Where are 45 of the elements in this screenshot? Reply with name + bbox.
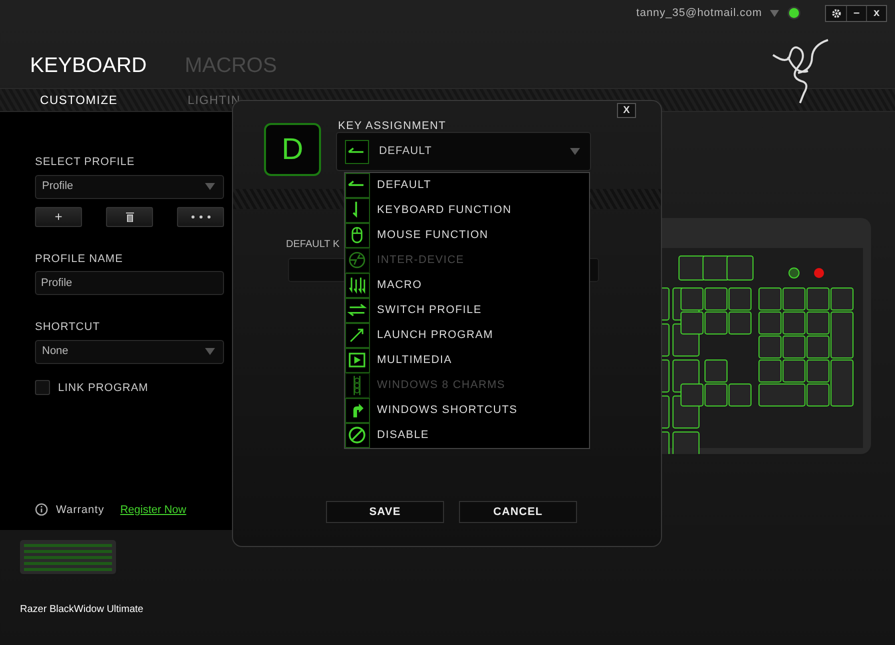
warranty-label: Warranty	[56, 502, 104, 518]
dialog-close-button[interactable]: X	[617, 103, 636, 118]
caret-icon	[205, 183, 215, 190]
assignment-dropdown[interactable]: DEFAULT	[336, 132, 591, 171]
device-name: Razer BlackWidow Ultimate	[20, 603, 144, 617]
caret-icon	[570, 148, 580, 155]
info-icon	[35, 503, 48, 516]
key-tile: D	[264, 123, 321, 176]
profile-name-field[interactable]: Profile	[35, 271, 224, 295]
trash-icon	[126, 212, 134, 222]
field-label: DEFAULT K	[286, 238, 340, 252]
more-button[interactable]	[177, 206, 224, 226]
register-link[interactable]: Register Now	[120, 502, 186, 518]
menu-item[interactable]: MACRO	[345, 273, 589, 298]
field-label: SELECT PROFILE	[35, 155, 136, 170]
section-tab[interactable]: CUSTOMIZE	[40, 91, 118, 109]
account-email[interactable]: tanny_35@hotmail.com	[636, 4, 762, 22]
close-button[interactable]: x	[866, 6, 886, 20]
link-program-checkbox[interactable]	[35, 380, 50, 396]
main-tab[interactable]: KEYBOARD	[30, 50, 147, 82]
settings-button[interactable]	[826, 6, 846, 20]
checkbox-label: LINK PROGRAM	[58, 380, 148, 396]
menu-item[interactable]: DEFAULT	[345, 173, 589, 198]
add-button[interactable]: +	[35, 206, 82, 226]
menu-item[interactable]: LAUNCH PROGRAM	[345, 323, 589, 348]
profile-dropdown[interactable]: Profile	[35, 174, 224, 198]
menu-item[interactable]: SWITCH PROFILE	[345, 298, 589, 323]
shortcut-dropdown[interactable]: None	[35, 340, 224, 364]
menu-item[interactable]: MULTIMEDIA	[345, 348, 589, 373]
menu-item[interactable]: DISABLE	[345, 423, 589, 448]
menu-item[interactable]: MOUSE FUNCTION	[345, 223, 589, 248]
dialog-title: KEY ASSIGNMENT	[338, 119, 446, 134]
minimize-button[interactable]: –	[846, 6, 866, 20]
cancel-button[interactable]: CANCEL	[459, 501, 577, 523]
chain-icon	[345, 373, 370, 398]
dropdown-arrow-icon[interactable]	[770, 10, 779, 16]
save-button[interactable]: SAVE	[326, 501, 444, 523]
settings-icon	[830, 8, 842, 18]
caret-icon	[205, 348, 215, 355]
menu-item[interactable]: WINDOWS SHORTCUTS	[345, 398, 589, 423]
field-label: SHORTCUT	[35, 320, 101, 335]
more-icon	[190, 214, 212, 218]
field-label: PROFILE NAME	[35, 252, 124, 266]
menu-item[interactable]: KEYBOARD FUNCTION	[345, 198, 589, 223]
delete-button[interactable]	[106, 206, 153, 226]
